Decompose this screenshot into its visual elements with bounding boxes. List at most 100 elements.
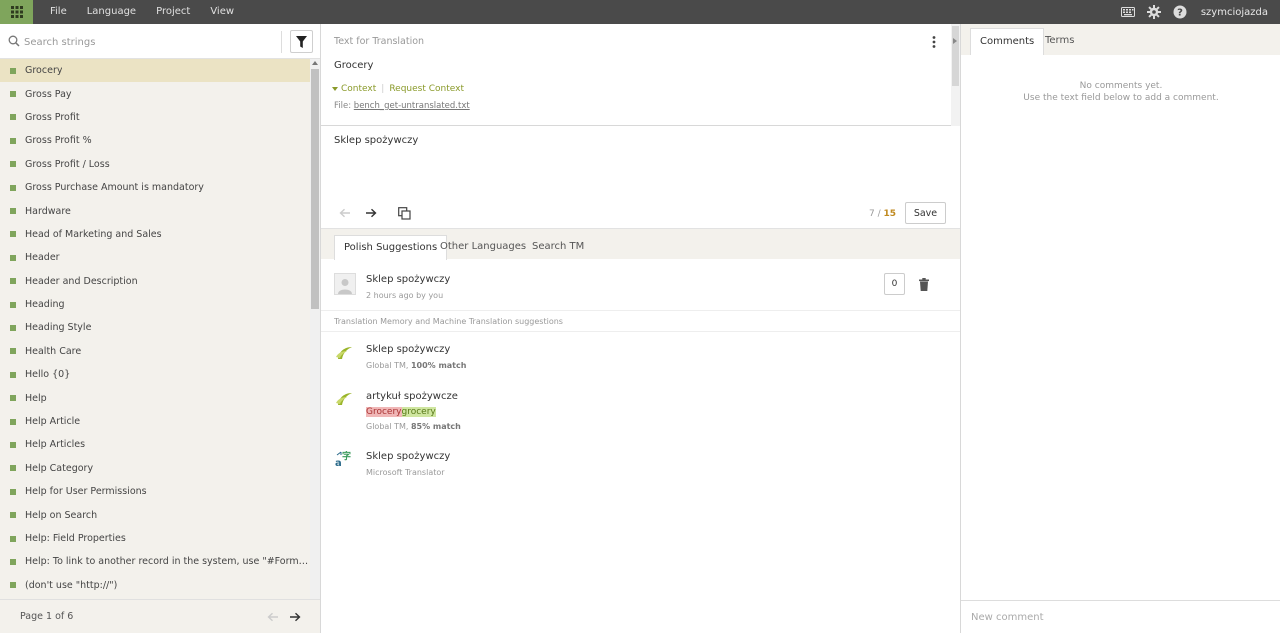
previous-page-button[interactable] bbox=[264, 608, 282, 626]
string-item[interactable]: Help: To link to another record in the s… bbox=[0, 550, 310, 573]
source-label: Text for Translation bbox=[334, 36, 425, 47]
string-item[interactable]: Hello {0} bbox=[0, 363, 310, 386]
menu-file[interactable]: File bbox=[40, 0, 77, 24]
search-divider bbox=[281, 31, 282, 53]
copy-icon bbox=[397, 206, 411, 220]
string-item[interactable]: Heading bbox=[0, 293, 310, 316]
comments-panel: Comments Terms No comments yet. Use the … bbox=[960, 24, 1280, 633]
tm-suggestion[interactable]: artykuł spożywcze Grocerygrocery Global … bbox=[321, 379, 960, 441]
string-item[interactable]: Gross Purchase Amount is mandatory bbox=[0, 176, 310, 199]
context-separator: | bbox=[381, 84, 385, 94]
status-bullet bbox=[10, 67, 16, 74]
string-item[interactable]: (don't use "http://") bbox=[0, 574, 310, 597]
delete-suggestion-button[interactable] bbox=[917, 276, 931, 292]
search-input[interactable] bbox=[24, 32, 276, 52]
string-list-scrollbar[interactable] bbox=[310, 59, 320, 622]
string-item[interactable]: Gross Profit % bbox=[0, 129, 310, 152]
tab-terms[interactable]: Terms bbox=[1036, 28, 1083, 55]
next-page-button[interactable] bbox=[286, 608, 304, 626]
context-toggle[interactable]: Context bbox=[341, 84, 376, 94]
diff-added: grocery bbox=[401, 407, 436, 417]
string-item[interactable]: Grocery bbox=[0, 59, 310, 83]
strings-panel: Grocery Gross Pay Gross Profit Gross Pro… bbox=[0, 24, 321, 633]
filter-icon bbox=[296, 35, 307, 48]
string-item[interactable]: Help Article bbox=[0, 410, 310, 433]
translation-input[interactable]: Sklep spożywczy bbox=[321, 127, 960, 197]
mt-suggestion[interactable]: a 字 Sklep spożywczy Microsoft Translator bbox=[321, 441, 960, 487]
menu-language[interactable]: Language bbox=[77, 0, 146, 24]
status-bullet bbox=[10, 371, 16, 378]
string-item[interactable]: Gross Profit / Loss bbox=[0, 153, 310, 176]
suggestion-meta: Global TM, 100% match bbox=[366, 361, 467, 370]
copy-source-button[interactable] bbox=[394, 203, 414, 223]
svg-text:a: a bbox=[335, 458, 342, 467]
page-indicator: Page 1 of 6 bbox=[20, 611, 74, 622]
tm-suggestion[interactable]: Sklep spożywczy Global TM, 100% match bbox=[321, 333, 960, 379]
user-avatar-icon bbox=[338, 279, 352, 294]
arrow-left-icon bbox=[339, 208, 350, 218]
string-item[interactable]: Help for User Permissions bbox=[0, 480, 310, 503]
scroll-thumb[interactable] bbox=[311, 69, 319, 309]
menu-project[interactable]: Project bbox=[146, 0, 200, 24]
scroll-up-arrow-icon[interactable] bbox=[312, 61, 318, 65]
string-item[interactable]: Heading Style bbox=[0, 316, 310, 339]
arrow-right-icon bbox=[366, 208, 377, 218]
tab-other-languages[interactable]: Other Languages bbox=[431, 235, 535, 260]
status-bullet bbox=[10, 582, 16, 589]
status-bullet bbox=[10, 535, 16, 542]
translation-memory-icon bbox=[336, 347, 352, 359]
suggestion-meta: Global TM, 85% match bbox=[366, 422, 461, 431]
help-icon: ? bbox=[1173, 5, 1187, 19]
string-item[interactable]: Hardware bbox=[0, 199, 310, 222]
suggestion-text: artykuł spożywcze bbox=[366, 391, 458, 402]
string-item[interactable]: Header bbox=[0, 246, 310, 269]
collapse-panel-arrow-icon[interactable] bbox=[953, 38, 957, 44]
help-button[interactable]: ? bbox=[1167, 0, 1193, 24]
gear-icon bbox=[1146, 5, 1161, 19]
string-item[interactable]: Help bbox=[0, 386, 310, 409]
apps-grid-button[interactable] bbox=[0, 0, 33, 24]
string-item[interactable]: Help Category bbox=[0, 457, 310, 480]
suggestion-text: Sklep spożywczy bbox=[366, 451, 451, 462]
string-item[interactable]: Gross Pay bbox=[0, 82, 310, 105]
keyboard-shortcuts-button[interactable] bbox=[1115, 0, 1141, 24]
user-suggestion[interactable]: Sklep spożywczy 2 hours ago by you 0 bbox=[321, 259, 960, 310]
status-bullet bbox=[10, 161, 16, 168]
status-bullet bbox=[10, 465, 16, 472]
next-string-button[interactable] bbox=[361, 203, 381, 223]
file-link[interactable]: bench_get-untranslated.txt bbox=[354, 101, 470, 111]
menu-view[interactable]: View bbox=[200, 0, 244, 24]
status-bullet bbox=[10, 441, 16, 448]
status-bullet bbox=[10, 137, 16, 144]
tm-section-label: Translation Memory and Machine Translati… bbox=[334, 317, 563, 326]
previous-string-button[interactable] bbox=[335, 203, 355, 223]
save-button[interactable]: Save bbox=[905, 202, 946, 224]
file-prefix: File: bbox=[334, 101, 352, 111]
status-bullet bbox=[10, 231, 16, 238]
request-context-link[interactable]: Request Context bbox=[389, 84, 464, 94]
settings-button[interactable] bbox=[1141, 0, 1167, 24]
source-diff: Grocerygrocery bbox=[366, 407, 436, 417]
tm-section-divider: Translation Memory and Machine Translati… bbox=[321, 310, 960, 332]
tab-search-tm[interactable]: Search TM bbox=[523, 235, 593, 260]
vote-count[interactable]: 0 bbox=[884, 273, 905, 295]
user-menu[interactable]: szymciojazda bbox=[1193, 7, 1280, 18]
string-item[interactable]: Head of Marketing and Sales bbox=[0, 223, 310, 246]
status-bullet bbox=[10, 208, 16, 215]
string-item[interactable]: Header and Description bbox=[0, 270, 310, 293]
tab-comments[interactable]: Comments bbox=[970, 28, 1045, 55]
suggestion-meta: 2 hours ago by you bbox=[366, 291, 444, 300]
status-bullet bbox=[10, 418, 16, 425]
status-bullet bbox=[10, 395, 16, 402]
new-comment-input[interactable] bbox=[961, 601, 1280, 633]
trash-icon bbox=[919, 277, 929, 291]
string-item[interactable]: Gross Profit bbox=[0, 106, 310, 129]
context-toggle-icon bbox=[332, 87, 338, 91]
more-options-button[interactable] bbox=[925, 33, 943, 51]
source-scroll-thumb[interactable] bbox=[952, 26, 959, 86]
filter-button[interactable] bbox=[290, 30, 313, 53]
string-item[interactable]: Health Care bbox=[0, 340, 310, 363]
string-item[interactable]: Help: Field Properties bbox=[0, 527, 310, 550]
string-item[interactable]: Help Articles bbox=[0, 433, 310, 456]
string-item[interactable]: Help on Search bbox=[0, 503, 310, 526]
